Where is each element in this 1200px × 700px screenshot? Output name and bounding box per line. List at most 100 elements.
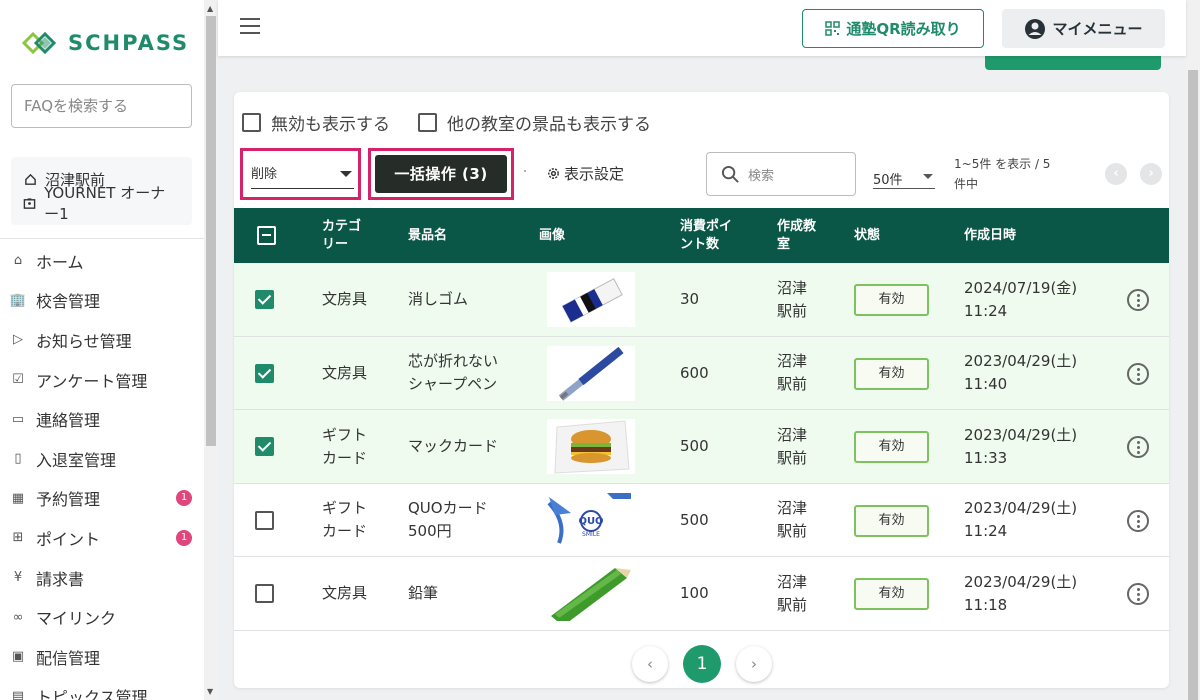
qr-code-icon (825, 21, 841, 36)
cell-room: 沼津駅前 (777, 278, 808, 320)
pagination-next-button[interactable]: › (736, 646, 772, 682)
col-room[interactable]: 作成教室 (777, 208, 821, 263)
sidebar-item-notices[interactable]: ▷ お知らせ管理 (0, 320, 204, 360)
sidebar-item-topics[interactable]: ▤ トピックス管理 (0, 677, 204, 700)
sidebar-item-invoices[interactable]: ¥ 請求書 (0, 558, 204, 598)
sidebar-item-label: トピックス管理 (36, 688, 148, 700)
row-checkbox[interactable] (255, 363, 274, 383)
cell-date: 2024/07/19(金) (964, 278, 1078, 297)
hamburger-menu-icon[interactable] (240, 18, 260, 34)
table-row[interactable]: 文房具 芯が折れないシャープペン 600 沼津駅前 有効 2023/04/29(… (234, 336, 1169, 410)
page-scrollbar-thumb[interactable] (1188, 70, 1198, 700)
cell-points: 500 (680, 437, 709, 455)
cell-time: 11:24 (964, 522, 1008, 540)
sidebar-item-label: 請求書 (36, 569, 85, 589)
prize-image-pen (547, 345, 635, 401)
add-prize-button-peek[interactable] (985, 56, 1161, 70)
faq-search-input[interactable]: FAQを検索する (11, 84, 192, 128)
logo[interactable]: SCHPASS (20, 30, 189, 56)
col-created[interactable]: 作成日時 (964, 208, 1016, 263)
more-options-icon[interactable] (1127, 362, 1149, 385)
cell-date: 2023/04/29(土) (964, 425, 1078, 444)
account-circle-icon (1025, 18, 1046, 39)
status-badge: 有効 (854, 357, 929, 390)
user-name: YOURNET オーナー1 (44, 184, 166, 223)
highlight-bulk-button: 一括操作 (3) (368, 148, 514, 200)
col-points[interactable]: 消費ポイント数 (680, 208, 742, 263)
more-options-icon[interactable] (1127, 509, 1149, 532)
survey-icon: ☑ (12, 372, 24, 388)
scroll-up-icon[interactable]: ▲ (207, 4, 213, 13)
sidebar-item-broadcast[interactable]: ▣ 配信管理 (0, 637, 204, 677)
cell-room: 沼津駅前 (777, 352, 808, 393)
col-status[interactable]: 状態 (854, 208, 880, 263)
cell-points: 100 (680, 584, 709, 602)
qr-scan-button[interactable]: 通塾QR読み取り (802, 9, 984, 48)
sidebar-item-attendance[interactable]: ▯ 入退室管理 (0, 439, 204, 479)
sidebar-item-label: ポイント (36, 529, 101, 549)
row-checkbox[interactable] (255, 584, 274, 603)
row-checkbox[interactable] (255, 510, 274, 530)
sidebar-item-label: 校舎管理 (36, 292, 101, 312)
table-row[interactable]: ギフトカード QUOカード500円 QUO SMILE 500 沼津駅前 有効 2… (234, 484, 1169, 557)
logo-text: SCHPASS (68, 31, 190, 55)
cell-name: 鉛筆 (408, 584, 439, 602)
sidebar-item-reservations[interactable]: ▦ 予約管理 1 (0, 479, 204, 519)
pagination-prev-button[interactable]: ‹ (632, 646, 668, 682)
bulk-operation-button[interactable]: 一括操作 (3) (375, 155, 507, 193)
sidebar-item-home[interactable]: ⌂ ホーム (0, 241, 204, 281)
col-image: 画像 (539, 227, 566, 243)
sidebar-scrollbar-thumb[interactable] (206, 16, 216, 446)
show-other-rooms-checkbox[interactable]: 他の教室の景品も表示する (418, 110, 651, 135)
sidebar-item-contacts[interactable]: ▭ 連絡管理 (0, 399, 204, 439)
yen-icon: ¥ (13, 570, 23, 586)
select-all-checkbox[interactable] (257, 226, 276, 245)
show-disabled-checkbox[interactable]: 無効も表示する (242, 110, 390, 135)
my-menu-label: マイメニュー (1052, 20, 1143, 38)
more-options-icon[interactable] (1127, 583, 1149, 605)
topics-icon: ▤ (11, 688, 25, 700)
sidebar-item-points[interactable]: ⊞ ポイント 1 (0, 518, 204, 558)
calendar-icon: ▦ (11, 490, 25, 506)
scroll-down-icon[interactable]: ▼ (207, 687, 213, 696)
cell-category: ギフトカード (322, 425, 368, 467)
next-page-icon[interactable]: › (1140, 163, 1162, 185)
cell-points: 30 (680, 290, 700, 308)
bulk-action-select[interactable]: 削除 (251, 157, 354, 189)
bulk-action-value: 削除 (251, 167, 278, 182)
prev-page-icon[interactable]: ‹ (1105, 163, 1127, 185)
sidebar-item-buildings[interactable]: 🏢 校舎管理 (0, 281, 204, 321)
sidebar-item-label: 予約管理 (36, 490, 101, 510)
checkbox[interactable] (242, 113, 261, 132)
row-checkbox[interactable] (255, 437, 274, 456)
cell-category: 文房具 (322, 290, 368, 308)
per-page-select[interactable]: 50件 (873, 165, 935, 189)
row-checkbox[interactable] (255, 290, 274, 309)
schpass-logo-icon (21, 31, 57, 55)
table-row[interactable]: 文房具 鉛筆 100 沼津駅前 有効 2023/04/29(土) 11:18 (234, 557, 1169, 631)
table-row[interactable]: 文房具 消しゴム 30 沼津駅前 有効 2024/07/19(金) 11:24 (234, 263, 1169, 337)
sidebar-item-surveys[interactable]: ☑ アンケート管理 (0, 360, 204, 400)
sidebar-item-label: マイリンク (36, 609, 117, 629)
table-row[interactable]: ギフトカード マックカード 500 沼津駅前 有効 2023/04/29(土) … (234, 410, 1169, 484)
dropdown-caret-icon (340, 171, 352, 177)
col-name[interactable]: 景品名 (408, 208, 447, 263)
more-options-icon[interactable] (1127, 289, 1149, 311)
display-settings-button[interactable]: 表示設定 (546, 163, 624, 184)
search-input[interactable]: 検索 (706, 152, 856, 196)
sidebar: SCHPASS FAQを検索する 沼津駅前 YOURNET オーナー1 ⌂ ホーム… (0, 0, 204, 700)
show-other-rooms-label: 他の教室の景品も表示する (447, 115, 651, 135)
per-page-value: 50件 (873, 173, 903, 188)
cell-room: 沼津駅前 (777, 425, 808, 467)
sidebar-item-label: 連絡管理 (36, 411, 101, 431)
status-badge: 有効 (854, 431, 929, 463)
sidebar-item-mylinks[interactable]: ∞ マイリンク (0, 597, 204, 637)
col-category[interactable]: カテゴリー (322, 208, 372, 263)
my-menu-button[interactable]: マイメニュー (1002, 9, 1165, 48)
topbar: 通塾QR読み取り マイメニュー (218, 0, 1186, 56)
range-info: 1~5件 を表示 / 5 件中 (954, 154, 1064, 194)
checkbox[interactable] (418, 113, 437, 132)
more-options-icon[interactable] (1127, 436, 1149, 458)
prize-image-eraser (547, 272, 635, 327)
pagination-current-page[interactable]: 1 (683, 645, 721, 683)
